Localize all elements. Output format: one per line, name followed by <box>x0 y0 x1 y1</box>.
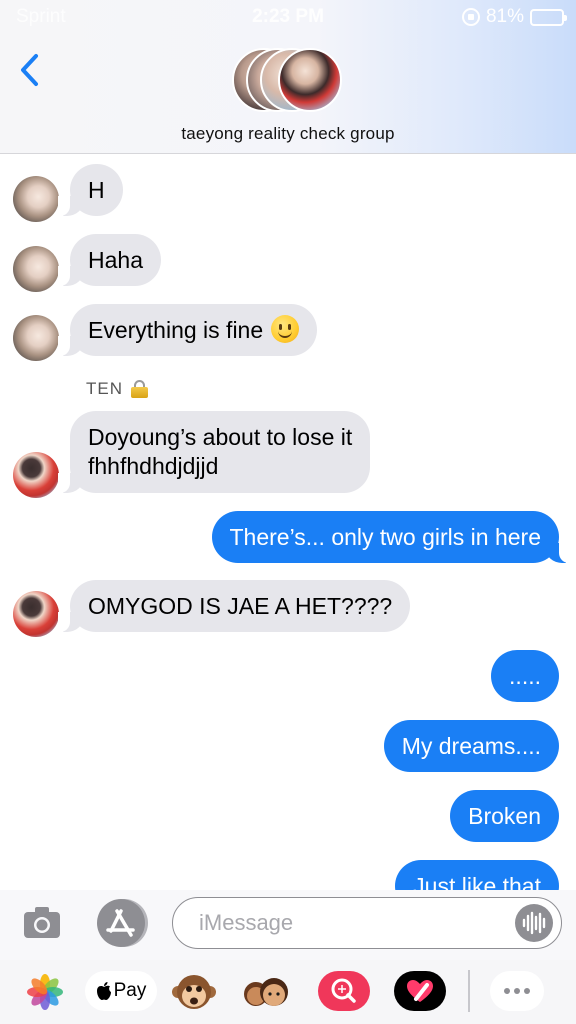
images-search-icon <box>331 978 356 1003</box>
message-bubble-received[interactable]: Haha <box>58 234 161 286</box>
group-name[interactable]: taeyong reality check group <box>0 124 576 144</box>
message-field[interactable] <box>172 897 562 949</box>
images-search-button[interactable] <box>318 971 370 1011</box>
slightly-smiling-face-icon <box>271 315 300 343</box>
message-bubble-received[interactable]: OMYGOD IS JAE A HET???? <box>57 580 411 632</box>
sender-avatar[interactable] <box>13 315 59 361</box>
status-right: 81% <box>461 6 567 28</box>
message-text: Everything is fine <box>88 317 264 343</box>
animoji-button[interactable] <box>170 968 218 1016</box>
conversation-header: Sprint 2:23 PM 81% taeyong reality check… <box>0 0 576 154</box>
message-bubble-sent[interactable]: My dreams.... <box>383 720 559 772</box>
member-avatar <box>278 48 342 112</box>
memoji-icon <box>244 978 288 1006</box>
sender-avatar[interactable] <box>13 176 59 222</box>
sender-avatar[interactable] <box>13 591 59 637</box>
app-drawer: Pay <box>0 960 576 1024</box>
more-icon <box>504 988 510 994</box>
message-bubble-sent[interactable]: ..... <box>491 650 559 702</box>
message-bubble-received[interactable]: H <box>58 164 123 216</box>
waveform-icon <box>522 911 546 935</box>
apple-pay-label: Pay <box>113 980 147 1001</box>
message-bubble-sent[interactable]: There’s... only two girls in here <box>211 511 571 563</box>
message-bubble-received[interactable]: Everything is fine <box>57 304 318 356</box>
rotation-lock-icon <box>461 8 480 26</box>
message-text: Just like that <box>413 873 541 890</box>
message-text: Broken <box>468 803 541 829</box>
sender-name: TEN <box>86 379 123 398</box>
app-store-button[interactable] <box>97 899 145 947</box>
message-list[interactable]: H Haha Everything is fine TEN Doyoung’s … <box>0 154 576 890</box>
photos-icon <box>27 974 63 1010</box>
message-text: H <box>88 177 105 203</box>
more-icon-dot <box>514 988 520 994</box>
message-text-line: fhhfhdhdjdjjd <box>88 453 219 479</box>
apple-pay-button[interactable]: Pay <box>85 971 157 1011</box>
message-text: ..... <box>509 663 541 689</box>
message-bubble-sent[interactable]: Broken <box>450 790 559 842</box>
camera-button[interactable] <box>22 904 62 940</box>
group-avatar-stack[interactable] <box>232 48 344 114</box>
voice-message-button[interactable] <box>515 904 553 942</box>
message-input[interactable] <box>199 898 519 948</box>
battery-icon <box>530 8 567 26</box>
sender-avatar[interactable] <box>13 246 59 292</box>
memoji-button[interactable] <box>240 968 292 1016</box>
more-apps-button[interactable] <box>490 971 544 1011</box>
apple-icon <box>96 982 111 1000</box>
message-text: There’s... only two girls in here <box>229 524 542 550</box>
animoji-icon <box>172 975 216 1009</box>
photos-app-button[interactable] <box>22 968 68 1016</box>
sender-name-label: TEN <box>86 379 148 399</box>
sender-avatar[interactable] <box>13 452 59 498</box>
message-text-line: Doyoung’s about to lose it <box>88 424 353 450</box>
message-text: Haha <box>88 247 143 273</box>
back-button[interactable] <box>14 50 50 90</box>
compose-bar <box>0 890 576 960</box>
battery-percent: 81% <box>485 6 524 27</box>
message-bubble-sent[interactable]: Just like that <box>395 860 559 890</box>
message-text: My dreams.... <box>401 733 541 759</box>
digital-touch-icon <box>407 980 433 1002</box>
drawer-divider <box>468 970 470 1012</box>
message-bubble-received[interactable]: Doyoung’s about to lose it fhhfhdhdjdjjd <box>57 411 371 493</box>
status-bar: Sprint 2:23 PM 81% <box>0 0 576 34</box>
lock-icon <box>131 380 148 398</box>
digital-touch-button[interactable] <box>394 971 446 1011</box>
camera-icon <box>24 907 60 938</box>
message-text: OMYGOD IS JAE A HET???? <box>88 593 393 619</box>
more-icon-dot <box>524 988 530 994</box>
app-store-icon <box>106 909 135 937</box>
chevron-left-icon <box>21 54 38 86</box>
